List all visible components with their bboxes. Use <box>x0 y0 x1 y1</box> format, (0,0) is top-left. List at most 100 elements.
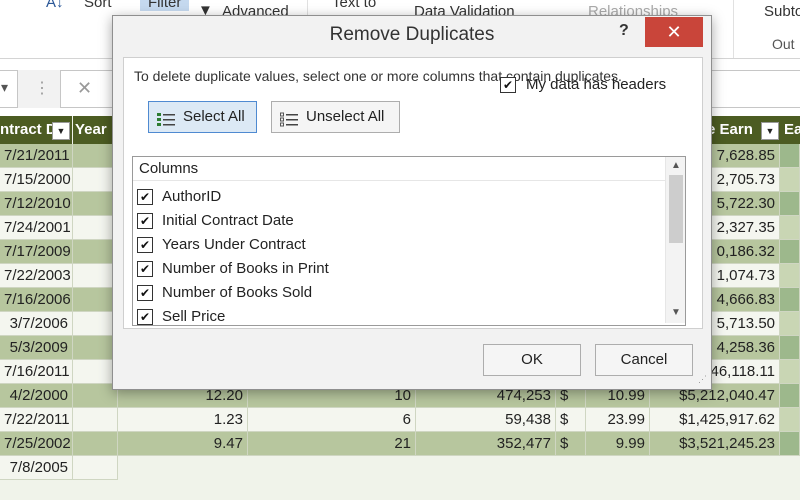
years-cell[interactable] <box>73 432 118 456</box>
column-option-label: Number of Books Sold <box>162 284 313 301</box>
contract-date-cell[interactable]: 7/15/2000 <box>0 168 73 192</box>
column-header-years[interactable]: Year <box>73 116 115 144</box>
column-checkbox[interactable]: ✔ <box>137 237 153 253</box>
earnings-cell[interactable]: $1,425,917.62 <box>650 408 780 432</box>
filter-button[interactable]: Filter <box>140 0 190 11</box>
select-all-icon <box>157 109 175 126</box>
resize-grip-icon[interactable]: ⋰ <box>698 374 707 385</box>
header-label: ntract D <box>0 121 57 138</box>
sell-price-cell[interactable]: 23.99 <box>586 408 650 432</box>
columns-list-header: Columns <box>133 157 665 181</box>
column-header-contract-date[interactable]: ntract D ▼ <box>0 116 72 144</box>
next-column-cell[interactable] <box>780 144 800 168</box>
contract-date-cell[interactable]: 7/16/2006 <box>0 288 73 312</box>
contract-date-cell[interactable]: 7/25/2002 <box>0 432 73 456</box>
currency-cell[interactable]: $ <box>556 432 586 456</box>
column-checkbox[interactable]: ✔ <box>137 309 153 325</box>
unselect-all-icon <box>280 109 298 127</box>
text-to-columns-button[interactable]: Text to <box>332 0 376 11</box>
next-column-cell[interactable] <box>780 408 800 432</box>
column-option[interactable]: ✔ Initial Contract Date <box>136 209 656 233</box>
years-cell[interactable] <box>73 408 118 432</box>
next-column-cell[interactable] <box>780 168 800 192</box>
headers-checkbox[interactable]: ✔ <box>500 77 516 93</box>
column-checkbox[interactable]: ✔ <box>137 189 153 205</box>
dialog-body: To delete duplicate values, select one o… <box>123 57 703 329</box>
subtotal-button[interactable]: Subto <box>764 3 800 20</box>
contract-date-cell[interactable]: 7/8/2005 <box>0 456 73 480</box>
scroll-thumb[interactable] <box>669 175 683 243</box>
contract-date-cell[interactable]: 7/12/2010 <box>0 192 73 216</box>
next-column-cell[interactable] <box>780 360 800 384</box>
close-button[interactable]: ✕ <box>645 17 703 47</box>
column-option[interactable]: ✔ Number of Books in Print <box>136 257 656 281</box>
earnings-cell[interactable]: 4,666.83 <box>700 288 780 312</box>
earnings-cell[interactable]: $3,521,245.23 <box>650 432 780 456</box>
books-in-print-cell[interactable]: 6 <box>248 408 416 432</box>
years-cell[interactable]: 9.47 <box>118 432 248 456</box>
contract-date-cell[interactable]: 7/21/2011 <box>0 144 73 168</box>
next-column-cell[interactable] <box>780 288 800 312</box>
ok-button[interactable]: OK <box>483 344 581 376</box>
column-option[interactable]: ✔ Number of Books Sold <box>136 281 656 305</box>
help-icon[interactable]: ? <box>619 22 629 40</box>
earnings-cell[interactable]: 5,722.30 <box>700 192 780 216</box>
column-header-next[interactable]: Ea <box>780 116 800 144</box>
contract-date-cell[interactable]: 7/24/2001 <box>0 216 73 240</box>
next-column-cell[interactable] <box>780 192 800 216</box>
contract-date-cell[interactable]: 4/2/2000 <box>0 384 73 408</box>
earnings-cell[interactable]: 2,327.35 <box>700 216 780 240</box>
next-column-cell[interactable] <box>780 336 800 360</box>
cancel-icon[interactable]: ✕ <box>77 78 92 99</box>
chevron-down-icon[interactable]: ▾ <box>1 79 8 96</box>
next-column-cell[interactable] <box>780 264 800 288</box>
columns-list[interactable]: Columns ✔ AuthorID ✔ Initial Contract Date ✔… <box>132 156 686 326</box>
earnings-cell[interactable]: 5,713.50 <box>700 312 780 336</box>
sort-button[interactable]: Sort <box>84 0 112 11</box>
earnings-cell[interactable]: 4,258.36 <box>700 336 780 360</box>
column-checkbox[interactable]: ✔ <box>137 285 153 301</box>
contract-date-cell[interactable]: 3/7/2006 <box>0 312 73 336</box>
contract-date-cell[interactable]: 7/17/2009 <box>0 240 73 264</box>
cancel-button[interactable]: Cancel <box>595 344 693 376</box>
next-column-cell[interactable] <box>780 384 800 408</box>
contract-date-cell[interactable]: 7/16/2011 <box>0 360 73 384</box>
column-header-earnings[interactable]: e Earn ▼ <box>705 116 781 144</box>
next-column-cell[interactable] <box>780 240 800 264</box>
earnings-cell[interactable]: 0,186.32 <box>700 240 780 264</box>
column-checkbox[interactable]: ✔ <box>137 261 153 277</box>
contract-date-cell[interactable]: 7/22/2011 <box>0 408 73 432</box>
earnings-cell[interactable]: 7,628.85 <box>700 144 780 168</box>
next-column-cell[interactable] <box>780 312 800 336</box>
earnings-cell[interactable]: 1,074.73 <box>700 264 780 288</box>
filter-dropdown-icon[interactable]: ▼ <box>761 122 779 140</box>
contract-date-cell[interactable]: 5/3/2009 <box>0 336 73 360</box>
earnings-cell[interactable]: 2,705.73 <box>700 168 780 192</box>
header-label: e Earn <box>707 121 753 138</box>
column-option[interactable]: ✔ Sell Price <box>136 305 656 325</box>
books-sold-cell[interactable]: 352,477 <box>416 432 556 456</box>
filter-dropdown-icon[interactable]: ▼ <box>52 122 70 140</box>
name-box[interactable]: ▾ <box>0 70 18 108</box>
next-column-cell[interactable] <box>780 432 800 456</box>
contract-date-cell[interactable]: 7/22/2003 <box>0 264 73 288</box>
scroll-up-icon[interactable]: ▲ <box>669 159 683 173</box>
currency-cell[interactable]: $ <box>556 408 586 432</box>
column-option[interactable]: ✔ Years Under Contract <box>136 233 656 257</box>
vertical-scrollbar[interactable]: ▲ ▼ <box>665 157 685 323</box>
books-sold-cell[interactable]: 59,438 <box>416 408 556 432</box>
outline-group-label: Out <box>772 36 795 52</box>
headers-checkbox-label[interactable]: My data has headers <box>526 76 666 93</box>
next-column-cell[interactable] <box>780 216 800 240</box>
scroll-down-icon[interactable]: ▼ <box>669 306 683 320</box>
unselect-all-button[interactable]: Unselect All <box>271 101 400 133</box>
sort-az-icon[interactable]: A↓ <box>46 0 64 11</box>
column-option[interactable]: ✔ AuthorID <box>136 185 656 209</box>
books-in-print-cell[interactable]: 21 <box>248 432 416 456</box>
column-checkbox[interactable]: ✔ <box>137 213 153 229</box>
select-all-button[interactable]: Select All <box>148 101 257 133</box>
years-cell[interactable]: 1.23 <box>118 408 248 432</box>
column-option-label: Initial Contract Date <box>162 212 294 229</box>
years-cell[interactable] <box>73 456 118 480</box>
sell-price-cell[interactable]: 9.99 <box>586 432 650 456</box>
